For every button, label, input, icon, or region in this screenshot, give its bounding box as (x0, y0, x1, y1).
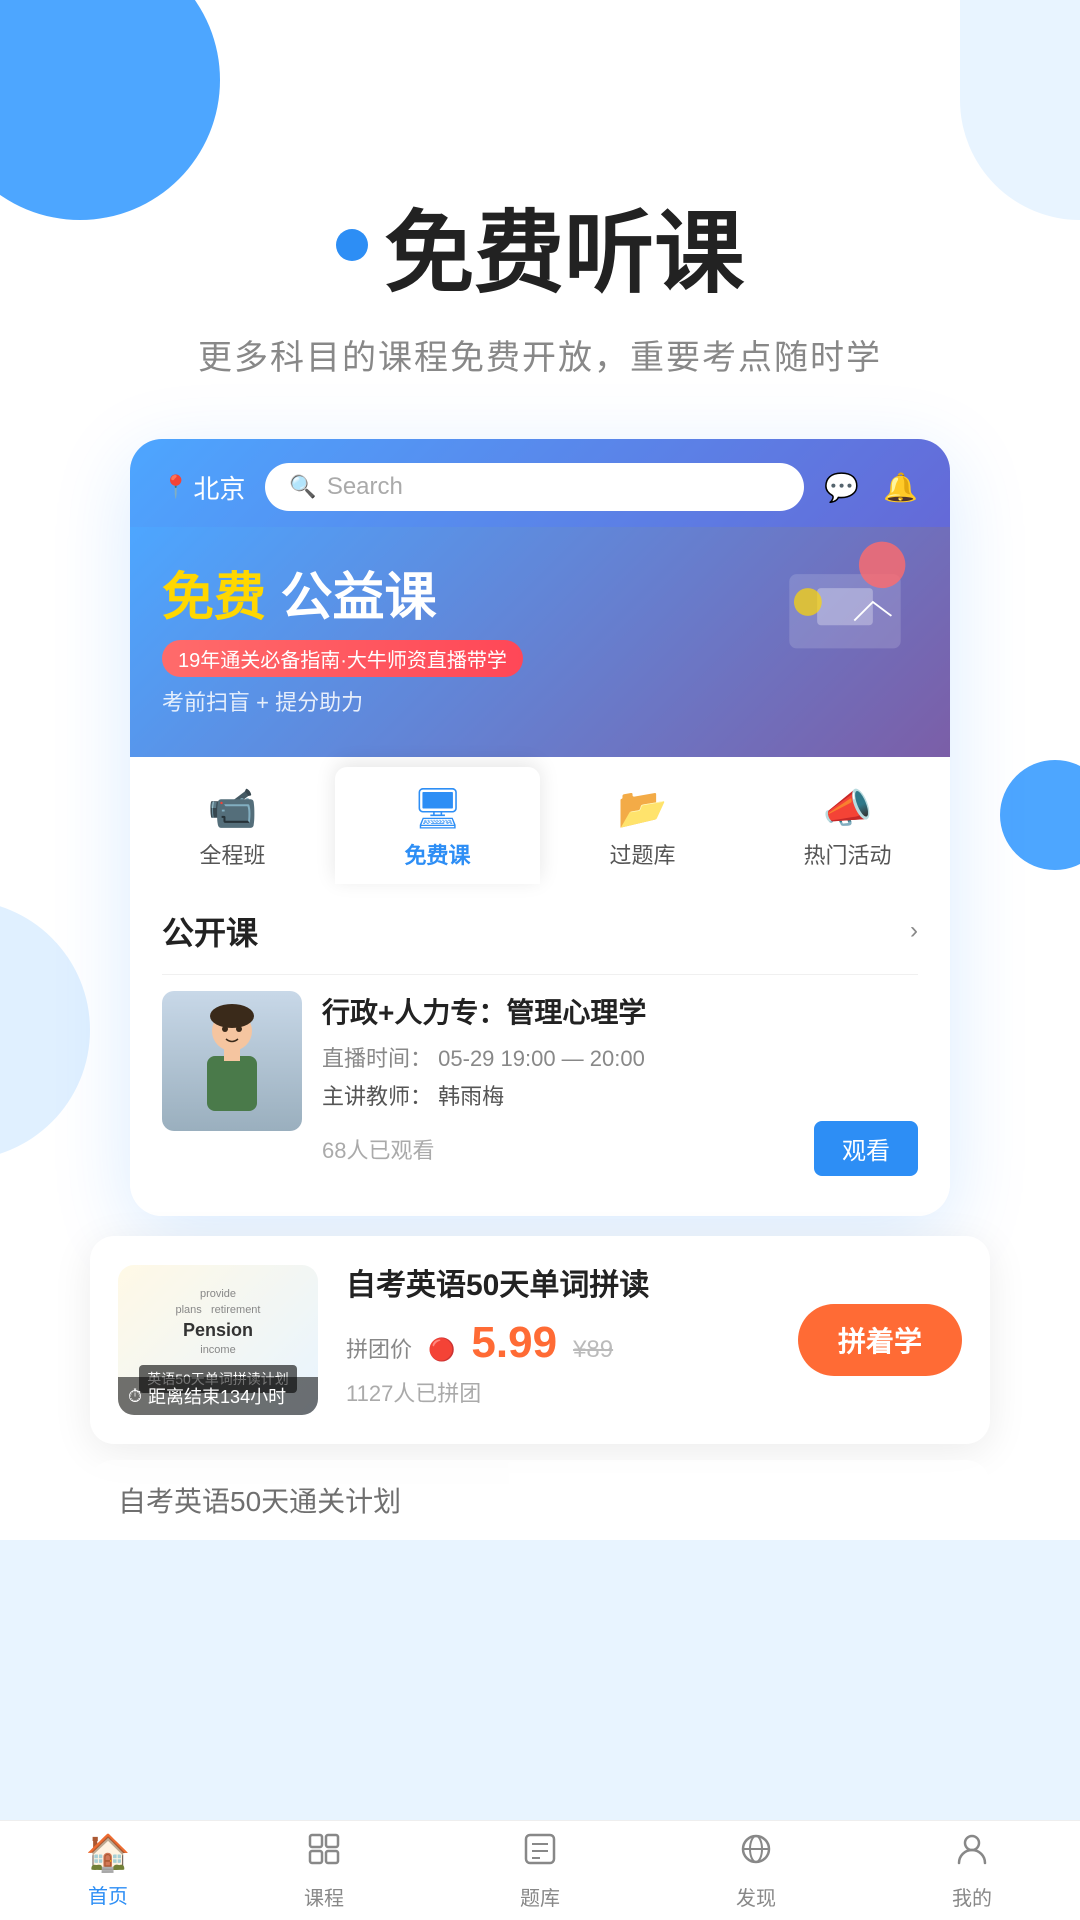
search-icon: 🔍 (289, 474, 316, 500)
notification-icon[interactable]: 🔔 (883, 471, 918, 504)
tiku-icon (522, 1831, 558, 1876)
search-bar[interactable]: 🔍 Search (265, 463, 804, 511)
banner-desc: 考前扫盲 + 提分助力 (162, 685, 918, 717)
product-image: provideplans retirement Pension income 英… (118, 1265, 318, 1415)
product-word-cloud: provideplans retirement Pension income (176, 1287, 261, 1358)
bottom-nav-tiku[interactable]: 题库 (432, 1821, 648, 1920)
view-count: 68人已观看 (322, 1133, 434, 1165)
bottom-nav: 🏠 首页 课程 题库 (0, 1820, 1080, 1920)
section-title: 公开课 (162, 908, 258, 954)
mockup-topbar: 📍 北京 🔍 Search 💬 🔔 (130, 439, 950, 527)
section-more-label: › (910, 917, 918, 945)
product-price-row: 拼团价 🔴 5.99 ¥89 (346, 1318, 770, 1368)
nav-icon-mianfeike: 🖥 (412, 785, 463, 832)
message-icon[interactable]: 💬 (824, 471, 859, 504)
nav-icon-quanchengban: 📹 (208, 785, 258, 832)
nav-item-hotactivities[interactable]: 📣 热门活动 (745, 767, 950, 884)
nav-item-mianfeike[interactable]: 🖥 免费课 (335, 767, 540, 884)
group-buy-button[interactable]: 拼着学 (798, 1304, 962, 1376)
course-name: 行政+人力专：管理心理学 (322, 991, 918, 1031)
product-info: 自考英语50天单词拼读 拼团价 🔴 5.99 ¥89 1127人已拼团 (346, 1260, 770, 1420)
location-text: 北京 (193, 469, 245, 506)
bottom-nav-mine[interactable]: 我的 (864, 1821, 1080, 1920)
section-header: 公开课 › (162, 908, 918, 954)
app-mockup: 📍 北京 🔍 Search 💬 🔔 免费 公益课 19年通关必备指南·大牛师资直… (130, 439, 950, 1216)
header-icons: 💬 🔔 (824, 471, 918, 504)
price-label: 拼团价 (346, 1332, 412, 1364)
timer-text: 距离结束134小时 (148, 1383, 286, 1409)
nav-label-quanchengban: 全程班 (199, 838, 265, 870)
course-time: 直播时间： 05-29 19:00 — 20:00 (322, 1041, 918, 1073)
bg-decoration-circle-right (1000, 760, 1080, 870)
group-count: 1127人已拼团 (346, 1376, 770, 1408)
course-thumbnail (162, 991, 302, 1131)
mine-icon (954, 1831, 990, 1876)
bottom-nav-courses[interactable]: 课程 (216, 1821, 432, 1920)
banner-tag: 19年通关必备指南·大牛师资直播带学 (162, 640, 523, 677)
home-icon: 🏠 (86, 1832, 131, 1874)
course-time-value: 05-29 19:00 — 20:00 (438, 1046, 645, 1071)
section-more[interactable]: › (910, 917, 918, 945)
product-title: 自考英语50天单词拼读 (346, 1260, 770, 1304)
banner-illustration (770, 537, 930, 677)
bottom-nav-home[interactable]: 🏠 首页 (0, 1821, 216, 1920)
product-card: provideplans retirement Pension income 英… (90, 1236, 990, 1444)
nav-label-mianfeike: 免费课 (404, 838, 470, 870)
timer-icon: ⏱ (128, 1386, 142, 1407)
tiku-label: 题库 (520, 1882, 560, 1911)
hero-title: 免费听课 (384, 180, 744, 310)
price-original: ¥89 (573, 1336, 613, 1364)
course-teacher: 主讲教师： 韩雨梅 (322, 1079, 918, 1111)
watch-button[interactable]: 观看 (814, 1121, 918, 1176)
bottom-nav-discover[interactable]: 发现 (648, 1821, 864, 1920)
banner-title-normal: 公益课 (280, 569, 436, 627)
search-placeholder: Search (327, 473, 403, 501)
nav-icon-hotactivities: 📣 (823, 785, 873, 832)
teacher-photo (162, 991, 302, 1131)
product-timer: ⏱ 距离结束134小时 (118, 1377, 318, 1415)
product-preview-title: 自考英语50天通关计划 (118, 1480, 962, 1520)
nav-item-quanchengban[interactable]: 📹 全程班 (130, 767, 335, 884)
location-display: 📍 北京 (162, 469, 245, 506)
discover-icon (738, 1831, 774, 1876)
course-footer: 68人已观看 观看 (322, 1121, 918, 1176)
home-label: 首页 (88, 1880, 128, 1909)
course-info: 行政+人力专：管理心理学 直播时间： 05-29 19:00 — 20:00 主… (322, 991, 918, 1176)
bg-decoration-left-mid (0, 900, 90, 1160)
mockup-header: 📍 北京 🔍 Search 💬 🔔 免费 公益课 19年通关必备指南·大牛师资直… (130, 439, 950, 757)
bg-decoration-bottom (0, 1540, 1080, 1840)
location-icon: 📍 (162, 474, 189, 500)
nav-label-guotiku: 过题库 (609, 838, 675, 870)
price-value: 5.99 (471, 1318, 557, 1368)
nav-icon-guotiku: 📂 (618, 785, 668, 832)
discover-label: 发现 (736, 1882, 776, 1911)
course-time-label: 直播时间： (322, 1046, 432, 1071)
nav-item-guotiku[interactable]: 📂 过题库 (540, 767, 745, 884)
nav-label-hotactivities: 热门活动 (803, 838, 891, 870)
mine-label: 我的 (952, 1882, 992, 1911)
hero-dot (336, 229, 368, 261)
course-teacher-label: 主讲教师： (322, 1084, 432, 1109)
hero-subtitle: 更多科目的课程免费开放，重要考点随时学 (0, 330, 1080, 379)
product-preview[interactable]: 自考英语50天通关计划 (90, 1460, 990, 1540)
banner: 免费 公益课 19年通关必备指南·大牛师资直播带学 考前扫盲 + 提分助力 (130, 527, 950, 757)
mockup-nav: 📹 全程班 🖥 免费课 📂 过题库 📣 热门活动 (130, 757, 950, 884)
hero-section: 免费听课 更多科目的课程免费开放，重要考点随时学 (0, 0, 1080, 379)
mockup-content: 公开课 › (130, 884, 950, 1216)
course-card: 行政+人力专：管理心理学 直播时间： 05-29 19:00 — 20:00 主… (162, 974, 918, 1192)
courses-icon (306, 1831, 342, 1876)
courses-label: 课程 (304, 1882, 344, 1911)
price-coin-icon: 🔴 (428, 1337, 455, 1363)
banner-title-highlight: 免费 (162, 569, 266, 627)
course-teacher-name: 韩雨梅 (438, 1084, 504, 1109)
